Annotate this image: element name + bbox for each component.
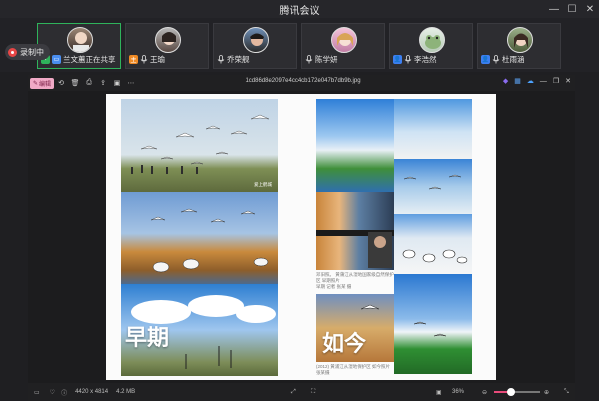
maximize-button[interactable]: ☐ — [563, 0, 581, 18]
now-label: 如今 — [322, 332, 367, 357]
avatar — [507, 27, 533, 53]
avatar — [243, 27, 269, 53]
participant-name: 陈学妍 — [315, 54, 338, 64]
participant-strip: ↓ ▭ 兰文蕙正在共享 主 王瑜 乔荣舰 陈学妍 — [0, 18, 599, 72]
photo-collage — [316, 192, 394, 270]
favorite-icon[interactable]: ♡ — [50, 389, 55, 396]
mic-icon — [492, 54, 500, 63]
zoom-slider-knob[interactable] — [506, 388, 515, 396]
more-icon[interactable]: ⋯ — [124, 79, 138, 87]
fit-screen-icon[interactable]: ⤢ — [291, 389, 296, 396]
delete-icon[interactable]: 🗑 — [68, 79, 82, 87]
zoom-level[interactable]: 36% — [452, 389, 464, 395]
album-icon[interactable]: ▦ — [514, 77, 521, 85]
avatar-icon — [337, 33, 353, 46]
filmstrip-icon[interactable]: ▭ — [34, 389, 40, 396]
avatar — [155, 27, 181, 53]
close-viewer-button[interactable]: ✕ — [565, 77, 571, 85]
watermark: 爱上鹤城 — [254, 182, 272, 187]
minimize-button[interactable]: — — [545, 0, 563, 18]
share-icon[interactable]: ⇪ — [96, 79, 110, 87]
image-dimensions: 4420 x 4814 — [75, 389, 109, 395]
recording-label: 录制中 — [20, 47, 44, 57]
onedrive-icon[interactable]: ☁ — [527, 77, 534, 85]
close-button[interactable]: ✕ — [581, 0, 599, 18]
early-label: 早期 — [125, 326, 170, 351]
avatar — [419, 27, 445, 53]
recording-indicator[interactable]: 录制中 — [5, 44, 50, 60]
file-size: 4.2 MB — [116, 389, 136, 395]
participant-tile-5[interactable]: 👤 李浩然 — [389, 23, 473, 69]
print-icon[interactable]: ⎙ — [82, 79, 96, 87]
host-icon: 主 — [129, 54, 138, 64]
edit-button[interactable]: ✎ 编辑 — [30, 77, 55, 89]
mic-icon — [217, 54, 225, 63]
zoom-in-icon[interactable]: ⊕ — [544, 389, 549, 396]
avatar — [67, 27, 93, 53]
caption-bottom: (2012) 黄浦江从湿地保护区 如今照片 张某摄 — [316, 364, 391, 375]
participant-name: 杜雨涵 — [502, 54, 525, 64]
rotate-icon[interactable]: ⟲ — [54, 79, 68, 87]
photo-cranes-flying: 爱上鹤城 — [121, 99, 278, 192]
photo-cranes-sky-early: 早期 — [121, 284, 278, 376]
viewer-toolbar: ✎ 编辑 ⟲ 🗑 ⎙ ⇪ ▣ ⋯ 1cd86d8e2097e4cc4cb172e… — [28, 75, 575, 91]
participant-tile-2[interactable]: 主 王瑜 — [125, 23, 209, 69]
participant-name: 李浩然 — [414, 54, 437, 64]
ai-icon[interactable]: ◆ — [503, 77, 508, 85]
avatar-icon — [73, 32, 89, 52]
cranes-illustration — [402, 249, 468, 264]
screen-share-icon: ▭ — [52, 54, 61, 64]
participant-tile-6[interactable]: 👤 杜雨涵 — [477, 23, 561, 69]
avatar-icon — [514, 33, 528, 48]
caption-middle-credit: 早期 记者 张某 摄 — [316, 284, 352, 289]
photo-snow-cranes-1 — [394, 99, 472, 159]
image-viewer: ✎ 编辑 ⟲ 🗑 ⎙ ⇪ ▣ ⋯ 1cd86d8e2097e4cc4cb172e… — [28, 75, 575, 401]
user-icon: 👤 — [481, 54, 490, 64]
window-title: 腾讯会议 — [279, 6, 320, 17]
zoom-out-icon[interactable]: ⊖ — [482, 389, 487, 396]
restore-viewer-button[interactable]: ❐ — [553, 77, 559, 85]
avatar-icon — [162, 32, 176, 45]
mic-icon — [404, 54, 412, 63]
fullscreen-icon[interactable]: ⛶ — [311, 389, 315, 396]
mic-icon — [305, 54, 313, 63]
participant-tile-3[interactable]: 乔荣舰 — [213, 23, 297, 69]
participant-name: 王瑜 — [150, 54, 165, 64]
viewer-status-bar: ▭ ♡ ⓘ 4420 x 4814 4.2 MB ⤢ ⛶ ▣ 36% ⊖ ⊕ ⤡ — [28, 383, 575, 401]
photo-green-wetland — [394, 274, 472, 374]
expand-icon[interactable]: ⤡ — [564, 389, 569, 396]
file-name: 1cd86d8e2097e4cc4cb172e047b7db9b.jpg — [245, 78, 361, 84]
frog-avatar-icon — [425, 35, 441, 49]
participant-name: 乔荣舰 — [227, 54, 250, 64]
photo-snow-cranes-2 — [394, 159, 472, 214]
zoom-slider[interactable] — [494, 388, 540, 396]
document-page: 爱上鹤城 早期 邓旧照。 黄蒲江从湿地国家级自然保护区 早期照片 早期 记者 张… — [106, 94, 496, 380]
participant-tile-1[interactable]: ↓ ▭ 兰文蕙正在共享 — [37, 23, 121, 69]
pencil-icon: ✎ — [33, 80, 39, 87]
cranes-illustration — [131, 114, 270, 174]
participant-strip-next[interactable] — [565, 23, 585, 69]
caption-middle: 邓旧照。 黄蒲江从湿地国家级自然保护区 早期照片 — [316, 272, 394, 283]
actual-size-icon[interactable]: ▣ — [436, 389, 442, 396]
cloud-record-icon — [8, 47, 17, 57]
cranes-illustration — [150, 208, 269, 273]
photo-snow-cranes-3 — [394, 214, 472, 274]
photo-water-clouds — [316, 99, 394, 192]
avatar — [331, 27, 357, 53]
photo-crane-now: 如今 — [316, 294, 394, 362]
collage-illustration — [316, 230, 394, 268]
info-icon[interactable]: ▣ — [110, 79, 124, 87]
cranes-illustration — [403, 174, 462, 190]
info-circle-icon[interactable]: ⓘ — [61, 388, 67, 397]
title-bar: 腾讯会议 — ☐ ✕ — [0, 0, 599, 18]
avatar-icon — [250, 33, 264, 46]
minimize-viewer-button[interactable]: — — [540, 78, 547, 85]
photo-cranes-marsh — [121, 192, 278, 284]
edit-label: 编辑 — [39, 81, 52, 88]
participant-tile-4[interactable]: 陈学妍 — [301, 23, 385, 69]
mic-icon — [140, 54, 148, 63]
cranes-illustration — [413, 321, 447, 337]
user-icon: 👤 — [393, 54, 402, 64]
participant-name: 兰文蕙正在共享 — [63, 54, 116, 64]
